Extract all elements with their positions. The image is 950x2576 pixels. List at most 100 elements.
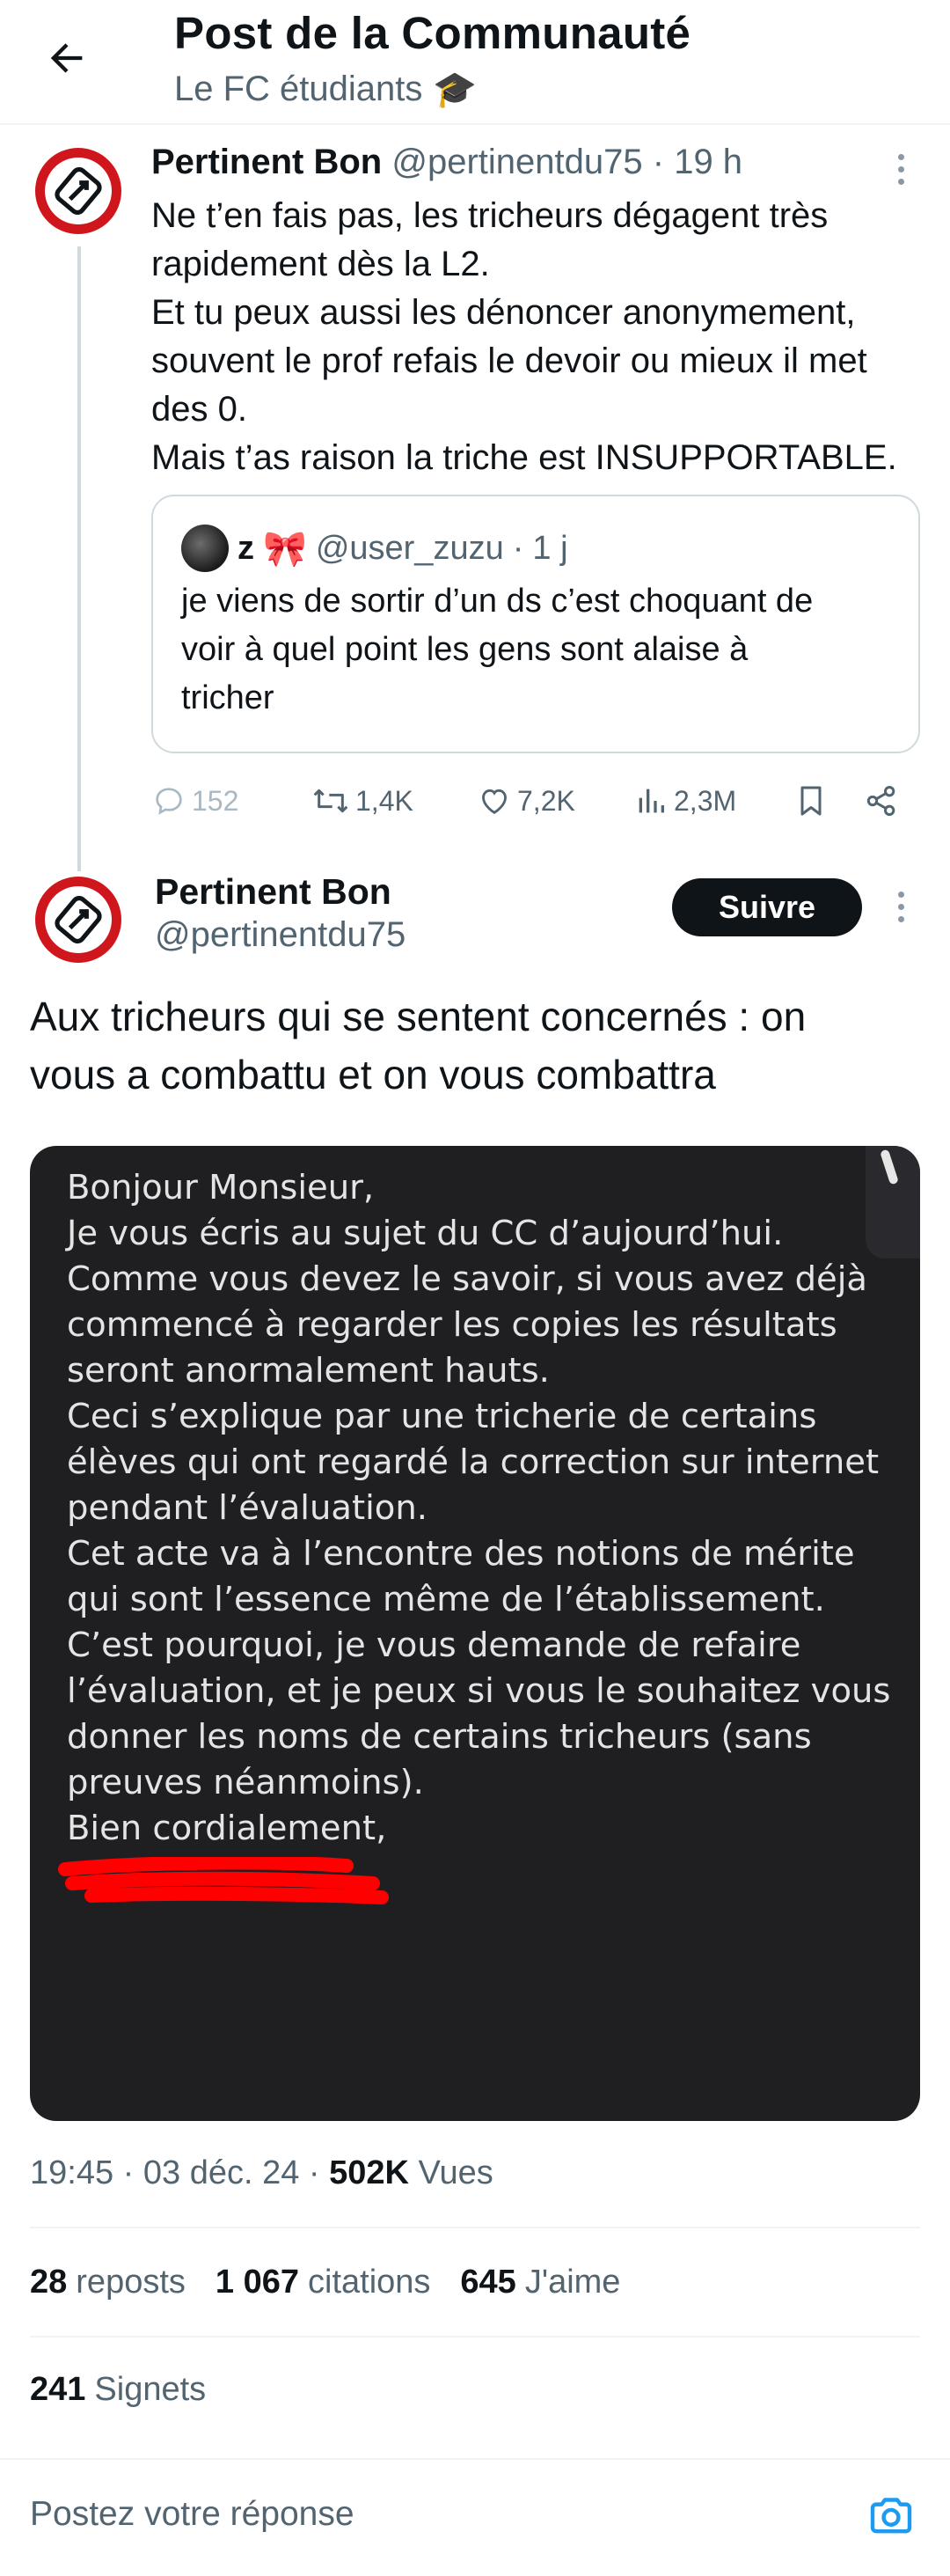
- reposts-stat[interactable]: 28 reposts: [30, 2264, 186, 2301]
- author-name[interactable]: Pertinent Bon: [151, 143, 382, 181]
- speech-bubble-icon: [156, 788, 182, 815]
- author-name[interactable]: Pertinent Bon: [155, 871, 391, 913]
- tweet-text-line: Et tu peux aussi les dénoncer anonymemen…: [151, 293, 856, 332]
- repost-arrows-icon: [313, 789, 348, 813]
- likes-label: J'aime: [524, 2264, 621, 2301]
- ribbon-emoji: 🎀: [263, 529, 307, 569]
- camera-icon: [870, 2498, 912, 2534]
- quoted-text-line: voir à quel point les gens sont alaise à: [181, 631, 749, 668]
- tweet-text-line: des 0.: [151, 390, 247, 429]
- separator-dot: ·: [308, 2154, 330, 2191]
- page-title: Post de la Communauté: [174, 8, 691, 58]
- quoted-tweet-header: z 🎀 @user_zuzu · 1 j: [181, 525, 568, 572]
- quotes-label: citations: [308, 2264, 431, 2301]
- letter-line: Cet acte va à l’encontre des notions de …: [67, 1534, 855, 1574]
- letter-line: commencé à regarder les copies les résul…: [67, 1305, 837, 1345]
- kebab-menu-icon[interactable]: [883, 880, 918, 933]
- back-button[interactable]: [35, 26, 99, 90]
- views-count: 502K: [329, 2154, 409, 2191]
- letter-line: Comme vous devez le savoir, si vous avez…: [67, 1259, 868, 1299]
- avatar: [181, 525, 229, 572]
- quoted-tweet[interactable]: z 🎀 @user_zuzu · 1 j je viens de sortir …: [151, 495, 920, 753]
- graduation-cap-emoji: 🎓: [433, 70, 478, 109]
- reply-input[interactable]: Postez votre réponse: [30, 2495, 354, 2534]
- bookmark-icon: [800, 786, 822, 816]
- quoted-author-name: z: [238, 529, 254, 567]
- kebab-menu-icon[interactable]: [883, 143, 918, 195]
- image-letter-text: Bonjour Monsieur, Je vous écris au sujet…: [67, 1165, 894, 1852]
- avatar-logo-icon: [55, 166, 102, 216]
- avatar[interactable]: [35, 148, 121, 234]
- separator-dot: ·: [512, 529, 524, 567]
- views-button[interactable]: 2,3M: [633, 774, 736, 827]
- quoted-tweet-time: 1 j: [532, 529, 568, 567]
- letter-line: seront anormalement hauts.: [67, 1351, 550, 1391]
- tweet-header: Pertinent Bon @pertinentdu75 · 19 h: [151, 143, 742, 182]
- bookmark-button[interactable]: [793, 774, 829, 827]
- red-redaction-scribble: [58, 1857, 389, 1904]
- tweet-actions: 152 1,4K 7,2K 2,3M: [151, 774, 925, 827]
- separator-dot: ·: [652, 143, 665, 181]
- engagement-stats: 28 reposts 1 067 citations 645 J'aime: [30, 2264, 620, 2301]
- tweet-text-line: souvent le prof refais le devoir ou mieu…: [151, 341, 867, 380]
- letter-line: pendant l’évaluation.: [67, 1488, 428, 1528]
- camera-button[interactable]: [860, 2484, 922, 2546]
- follow-button[interactable]: Suivre: [672, 878, 862, 936]
- avatar-logo-icon: [55, 895, 102, 944]
- bar-chart-icon: [639, 789, 664, 813]
- quoted-text-line: tricher: [181, 679, 274, 716]
- thread-connector-line: [77, 246, 81, 871]
- tweet-date: 03 déc. 24: [142, 2154, 300, 2191]
- community-link[interactable]: Le FC étudiants 🎓: [174, 69, 477, 110]
- reply-composer: Postez votre réponse: [0, 2458, 950, 2576]
- share-icon: [866, 786, 895, 816]
- tweet-timestamp-row: 19:45 · 03 déc. 24 · 502K Vues: [30, 2154, 493, 2192]
- tweet-text-line: Ne t’en fais pas, les tricheurs dégagent…: [151, 196, 829, 235]
- top-bar: Post de la Communauté Le FC étudiants 🎓: [0, 0, 950, 125]
- tweet-text-line: Mais t’as raison la triche est INSUPPORT…: [151, 438, 897, 477]
- letter-line: Je vous écris au sujet du CC d’aujourd’h…: [67, 1214, 784, 1253]
- letter-line: preuves néanmoins).: [67, 1763, 424, 1802]
- author-handle[interactable]: @pertinentdu75: [155, 915, 406, 955]
- letter-line: élèves qui ont regardé la correction sur…: [67, 1442, 880, 1482]
- like-button[interactable]: 7,2K: [477, 774, 575, 827]
- quotes-count: 1 067: [215, 2264, 299, 2301]
- quoted-author-handle: @user_zuzu: [315, 529, 504, 567]
- reposts-count: 28: [30, 2264, 68, 2301]
- views-count: 2,3M: [674, 784, 737, 817]
- letter-line: donner les noms de certains tricheurs (s…: [67, 1717, 812, 1757]
- bookmarks-stats: 241 Signets: [30, 2371, 206, 2409]
- bookmarks-count: 241: [30, 2371, 86, 2408]
- heart-icon: [482, 789, 507, 814]
- divider: [30, 2336, 920, 2337]
- views-label: Vues: [418, 2154, 493, 2191]
- letter-line: C’est pourquoi, je vous demande de refai…: [67, 1626, 801, 1665]
- like-count: 7,2K: [517, 784, 575, 817]
- letter-line: Bonjour Monsieur,: [67, 1168, 375, 1207]
- letter-line: qui sont l’essence même de l’établisseme…: [67, 1580, 825, 1619]
- bookmarks-label: Signets: [94, 2371, 207, 2408]
- tweet-time: 19 h: [674, 143, 743, 181]
- divider: [30, 2227, 920, 2228]
- tweet-text: Ne t’en fais pas, les tricheurs dégagent…: [151, 192, 925, 482]
- quotes-stat[interactable]: 1 067 citations: [216, 2264, 431, 2301]
- letter-line: Ceci s’explique par une tricherie de cer…: [67, 1397, 817, 1436]
- reply-button[interactable]: 152: [151, 774, 238, 827]
- tweet-text-line: vous a combattu et on vous combattra: [30, 1052, 716, 1097]
- tweet-text: Aux tricheurs qui se sentent concernés :…: [30, 987, 927, 1104]
- reposts-label: reposts: [76, 2264, 186, 2301]
- likes-count: 645: [460, 2264, 516, 2301]
- share-button[interactable]: [864, 774, 899, 827]
- avatar[interactable]: [35, 877, 121, 963]
- bookmarks-stat[interactable]: 241 Signets: [30, 2371, 206, 2409]
- repost-count: 1,4K: [355, 784, 413, 817]
- quoted-tweet-text: je viens de sortir d’un ds c’est choquan…: [181, 577, 902, 723]
- arrow-left-icon: [50, 43, 83, 73]
- likes-stat[interactable]: 645 J'aime: [460, 2264, 620, 2301]
- author-handle[interactable]: @pertinentdu75: [391, 143, 642, 181]
- tweet-text-line: rapidement dès la L2.: [151, 245, 490, 283]
- letter-line: l’évaluation, et je peux si vous le souh…: [67, 1671, 891, 1711]
- tweet-image[interactable]: Bonjour Monsieur, Je vous écris au sujet…: [30, 1146, 920, 2121]
- repost-button[interactable]: 1,4K: [311, 774, 413, 827]
- tweet-text-line: Aux tricheurs qui se sentent concernés :…: [30, 994, 807, 1039]
